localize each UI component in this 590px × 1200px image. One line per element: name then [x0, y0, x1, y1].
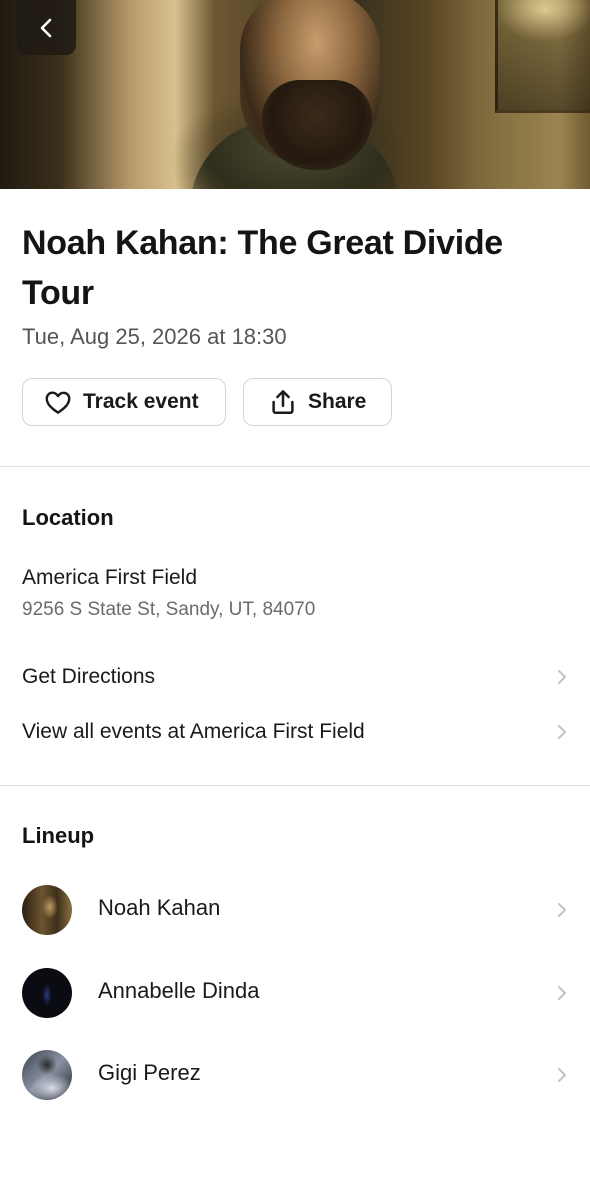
- chevron-left-icon: [40, 18, 51, 37]
- event-title: Noah Kahan: The Great Divide Tour: [22, 224, 503, 312]
- chevron-right-icon: [554, 668, 570, 686]
- get-directions-label: Get Directions: [22, 665, 156, 688]
- venue-address: 9256 S State St, Sandy, UT, 84070: [22, 599, 316, 620]
- share-button[interactable]: Share: [243, 378, 392, 426]
- venue-name: America First Field: [22, 566, 198, 589]
- heart-icon: [45, 391, 71, 414]
- lineup-item-annabelle-dinda[interactable]: Annabelle Dinda: [0, 963, 590, 1023]
- artist-name: Annabelle Dinda: [98, 978, 260, 1003]
- lineup-item-gigi-perez[interactable]: Gigi Perez: [0, 1045, 590, 1105]
- share-label: Share: [308, 390, 367, 413]
- view-venue-events-label: View all events at America First Field: [22, 720, 365, 743]
- lineup-heading: Lineup: [22, 823, 95, 848]
- divider: [0, 466, 590, 467]
- artist-name: Noah Kahan: [98, 895, 221, 920]
- hero-window-frame: [495, 0, 590, 113]
- event-datetime: Tue, Aug 25, 2026 at 18:30: [22, 324, 287, 349]
- track-event-button[interactable]: Track event: [22, 378, 226, 426]
- view-venue-events-link[interactable]: View all events at America First Field: [0, 707, 590, 757]
- share-upload-icon: [272, 390, 294, 414]
- location-heading: Location: [22, 505, 114, 530]
- avatar: [22, 1050, 72, 1100]
- chevron-right-icon: [554, 723, 570, 741]
- back-button[interactable]: [17, 0, 76, 55]
- get-directions-link[interactable]: Get Directions: [0, 652, 590, 702]
- chevron-right-icon: [554, 984, 570, 1002]
- chevron-right-icon: [554, 1066, 570, 1084]
- chevron-right-icon: [554, 901, 570, 919]
- track-event-label: Track event: [83, 390, 199, 413]
- artist-name: Gigi Perez: [98, 1060, 201, 1085]
- avatar: [22, 885, 72, 935]
- avatar: [22, 968, 72, 1018]
- hero-image: [0, 0, 590, 189]
- divider: [0, 785, 590, 786]
- lineup-item-noah-kahan[interactable]: Noah Kahan: [0, 880, 590, 940]
